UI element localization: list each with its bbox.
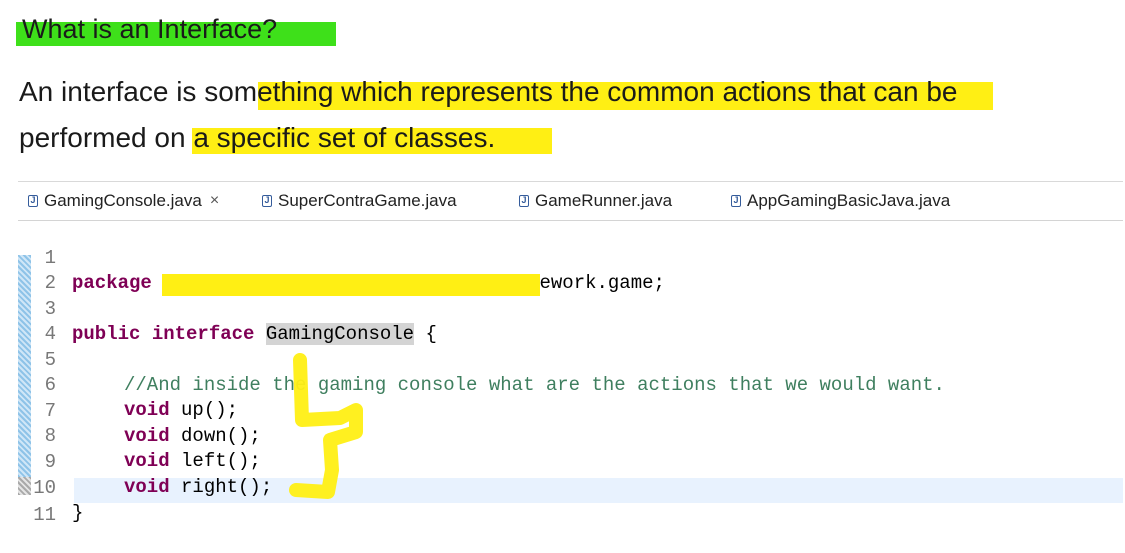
annotation-scribble — [289, 353, 363, 499]
